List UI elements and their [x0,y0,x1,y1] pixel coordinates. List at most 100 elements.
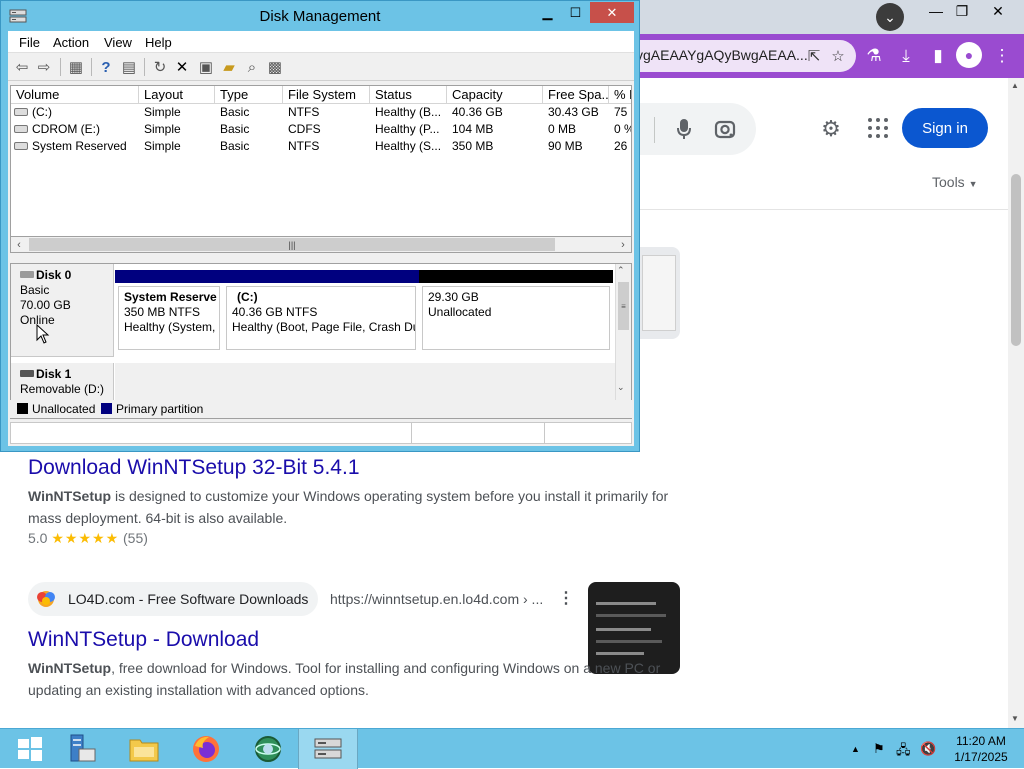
download-icon[interactable]: ⤓ [892,42,920,70]
result-1-title[interactable]: Download WinNTSetup 32-Bit 5.4.1 [28,456,360,480]
disk-graph-pane: Disk 0 Basic 70.00 GB Online System Rese… [10,263,632,419]
rating-stars-icon: ★★★★★ [51,530,120,546]
scroll-up-arrow-icon[interactable]: ▲ [1011,81,1019,90]
volume-list: Volume Layout Type File System Status Ca… [10,85,632,253]
dm-menubar: File Action View Help [8,31,634,53]
delete-icon[interactable]: ✕ [172,57,192,77]
rating-value: 5.0 [28,530,48,546]
tab-search-dropdown-icon[interactable]: ⌄ [876,3,904,31]
menu-action[interactable]: Action [53,35,89,50]
sign-in-button[interactable]: Sign in [902,108,988,148]
unallocated-swatch-icon [17,403,28,414]
open-folder-icon[interactable]: ▰ [219,57,239,77]
result-2-source[interactable]: LO4D.com - Free Software Downloads https… [28,582,588,616]
graph-pane-vscrollbar[interactable]: ⌃ ≡ ⌄ [615,264,631,418]
disk-0-name: Disk 0 [36,268,72,282]
taskbar-clock[interactable]: 11:20 AM 1/17/2025 [946,733,1016,765]
page-scrollbar[interactable]: ▲ ▼ [1008,78,1024,728]
col-free-space[interactable]: Free Spa... [543,86,609,104]
close-icon[interactable]: ✕ [982,0,1014,22]
menu-view[interactable]: View [104,35,132,50]
vol-type: Basic [220,139,250,153]
network-icon[interactable]: 🖧 [896,741,911,763]
taskbar-network-app[interactable] [238,729,298,769]
lens-camera-icon[interactable] [712,116,738,142]
col-capacity[interactable]: Capacity [447,86,543,104]
search-magnifier-icon[interactable]: ⌕ [242,57,262,77]
labs-flask-icon[interactable]: ⚗ [860,42,888,70]
source-url[interactable]: https://winntsetup.en.lo4d.com › ... [330,591,543,607]
col-volume[interactable]: Volume [11,86,139,104]
dm-maximize-icon[interactable]: ☐ [562,2,589,23]
dm-minimize-icon[interactable]: ▁ [534,2,561,23]
menu-help[interactable]: Help [145,35,172,50]
scroll-left-arrow-icon[interactable]: ‹ [11,237,27,252]
disk-1-label[interactable]: Disk 1 Removable (D:) [11,363,114,403]
vol-fs: NTFS [288,105,320,119]
google-apps-icon[interactable] [866,116,890,140]
help-icon[interactable]: ? [96,57,116,77]
col-status[interactable]: Status [370,86,447,104]
disk-0-label[interactable]: Disk 0 Basic 70.00 GB Online [11,264,114,357]
tools-button[interactable]: Tools ▼ [932,174,978,190]
action-center-flag-icon[interactable]: ⚑ [873,741,885,757]
vol-layout: Simple [144,105,181,119]
dm-toolbar: ⇦ ⇨ ▦ ? ▤ ↻ ✕ ▣ ▰ ⌕ ▩ [8,53,634,81]
taskbar-server-manager[interactable] [52,729,112,769]
settings-gear-icon[interactable]: ⚙ [818,116,844,142]
vol-free: 90 MB [548,139,583,153]
taskbar-firefox[interactable] [176,729,236,769]
taskbar-disk-management[interactable] [298,729,358,769]
image-thumbnail-peek[interactable] [640,247,680,339]
source-pill[interactable]: LO4D.com - Free Software Downloads [28,582,318,616]
show-hide-tree-icon[interactable]: ▦ [66,57,86,77]
show-hidden-icons-icon[interactable]: ▲ [851,744,860,754]
bookmark-star-icon[interactable]: ☆ [828,46,848,66]
profile-avatar-icon[interactable]: ● [956,42,982,68]
more-menu-icon[interactable]: ⋮ [988,42,1016,70]
start-button[interactable] [0,729,60,769]
removable-drive-icon [20,370,34,378]
settings-list-icon[interactable]: ▩ [265,57,285,77]
forward-arrow-icon[interactable]: ⇨ [34,57,54,77]
vol-free: 0 MB [548,122,577,136]
partition-c-drive[interactable]: (C:) 40.36 GB NTFS Healthy (Boot, Page F… [223,264,419,356]
partition-status: Healthy (Boot, Page File, Crash Du [232,320,416,334]
result-2-title[interactable]: WinNTSetup - Download [28,628,259,652]
menu-file[interactable]: File [19,35,40,50]
scrollbar-thumb[interactable] [1011,174,1021,346]
back-arrow-icon[interactable]: ⇦ [12,57,32,77]
vscroll-thumb[interactable]: ≡ [618,282,629,330]
scroll-down-arrow-icon[interactable]: ⌄ [617,382,625,393]
hscroll-thumb[interactable]: ||| [29,238,555,251]
dm-close-icon[interactable]: ✕ [590,2,634,23]
disk-1-area[interactable] [115,363,617,403]
result-options-icon[interactable]: ⋮ [558,588,574,608]
scroll-up-arrow-icon[interactable]: ⌃ [617,265,625,276]
scroll-down-arrow-icon[interactable]: ▼ [1011,714,1019,723]
taskbar-file-explorer[interactable] [114,729,174,769]
vol-free: 30.43 GB [548,105,599,119]
properties-view-icon[interactable]: ▤ [119,57,139,77]
col-percent-free[interactable]: % F [609,86,631,104]
volume-muted-icon[interactable]: 🔇 [920,741,936,757]
voice-search-icon[interactable] [672,116,696,142]
col-type[interactable]: Type [215,86,283,104]
disk-management-window: Disk Management ▁ ☐ ✕ File Action View H… [0,0,640,452]
col-layout[interactable]: Layout [139,86,215,104]
dm-titlebar[interactable]: Disk Management ▁ ☐ ✕ [1,1,639,31]
share-icon[interactable]: ⇱ [804,46,824,66]
scroll-right-arrow-icon[interactable]: › [615,237,631,252]
partition-unallocated[interactable]: 29.30 GB Unallocated [419,264,613,356]
vol-pct: 75 [614,105,628,119]
primary-partition-bar [223,270,419,283]
volume-icon [14,107,28,116]
side-panel-icon[interactable]: ▮ [924,42,952,70]
volume-list-hscrollbar[interactable]: ‹ ||| › [10,236,632,253]
partition-system-reserved[interactable]: System Reserve 350 MB NTFS Healthy (Syst… [115,264,223,356]
vol-name: CDROM (E:) [32,122,100,136]
refresh-icon[interactable]: ↻ [150,57,170,77]
col-file-system[interactable]: File System [283,86,370,104]
properties-icon[interactable]: ▣ [196,57,216,77]
restore-icon[interactable]: ❐ [946,0,978,22]
